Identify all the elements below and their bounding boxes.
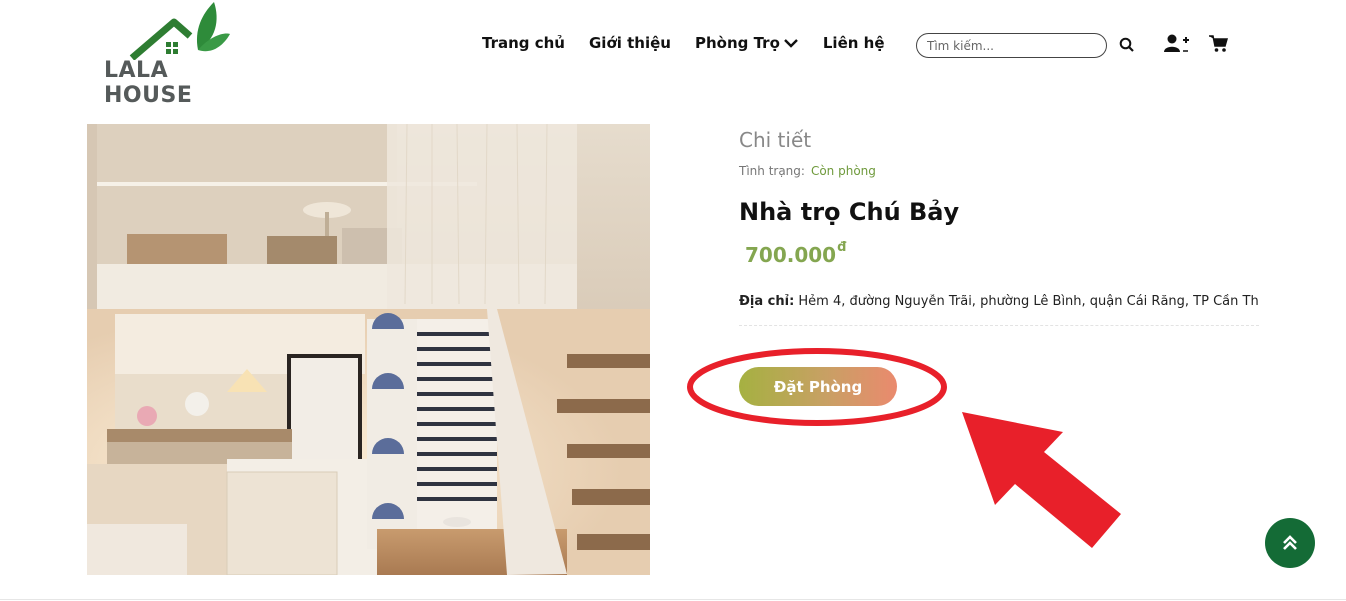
user-plus-icon[interactable] <box>1164 34 1190 58</box>
nav-item-label: Trang chủ <box>482 34 565 52</box>
nav-item-rooms[interactable]: Phòng Trọ <box>695 34 799 52</box>
search-icon[interactable] <box>1119 37 1135 57</box>
search-input[interactable] <box>916 33 1107 58</box>
footer-divider <box>0 599 1346 600</box>
price-value: 700.000 <box>745 243 837 267</box>
room-address: Địa chỉ: Hẻm 4, đường Nguyễn Trãi, phườn… <box>739 294 1259 309</box>
nav-item-about[interactable]: Giới thiệu <box>589 34 671 52</box>
price-currency: đ <box>837 240 847 255</box>
nav-item-contact[interactable]: Liên hệ <box>823 34 885 52</box>
status-value: Còn phòng <box>810 164 876 178</box>
main-nav: Trang chủ Giới thiệu Phòng Trọ Liên hệ <box>482 34 885 52</box>
nav-item-label: Liên hệ <box>822 34 885 52</box>
address-label: Địa chỉ: <box>739 294 795 309</box>
red-arrow-icon <box>962 412 1121 548</box>
nav-item-home[interactable]: Trang chủ <box>482 34 565 52</box>
nav-item-label: Giới thiệu <box>589 34 671 52</box>
room-title: Nhà trọ Chú Bảy <box>739 198 960 226</box>
room-price: 700.000 đ <box>745 240 847 267</box>
details-heading: Chi tiết <box>739 128 812 152</box>
nav-item-label: Phòng Trọ <box>694 34 780 52</box>
chevron-down-icon <box>784 39 798 48</box>
divider <box>739 325 1259 326</box>
double-chevron-up-icon <box>1283 535 1297 550</box>
house-leaf-logo-icon <box>129 2 230 60</box>
scroll-to-top-button[interactable] <box>1265 518 1315 568</box>
logo-text: LALA HOUSE <box>104 58 193 108</box>
address-value: Hẻm 4, đường Nguyễn Trãi, phường Lê Bình… <box>798 294 1259 309</box>
site-logo[interactable]: LALA HOUSE <box>102 0 264 108</box>
room-photo <box>87 124 650 575</box>
book-room-button[interactable]: Đặt Phòng <box>739 367 897 406</box>
status-line: Tình trạng: Còn phòng <box>739 164 876 178</box>
status-label: Tình trạng: <box>739 164 805 178</box>
cart-icon[interactable] <box>1209 35 1229 57</box>
